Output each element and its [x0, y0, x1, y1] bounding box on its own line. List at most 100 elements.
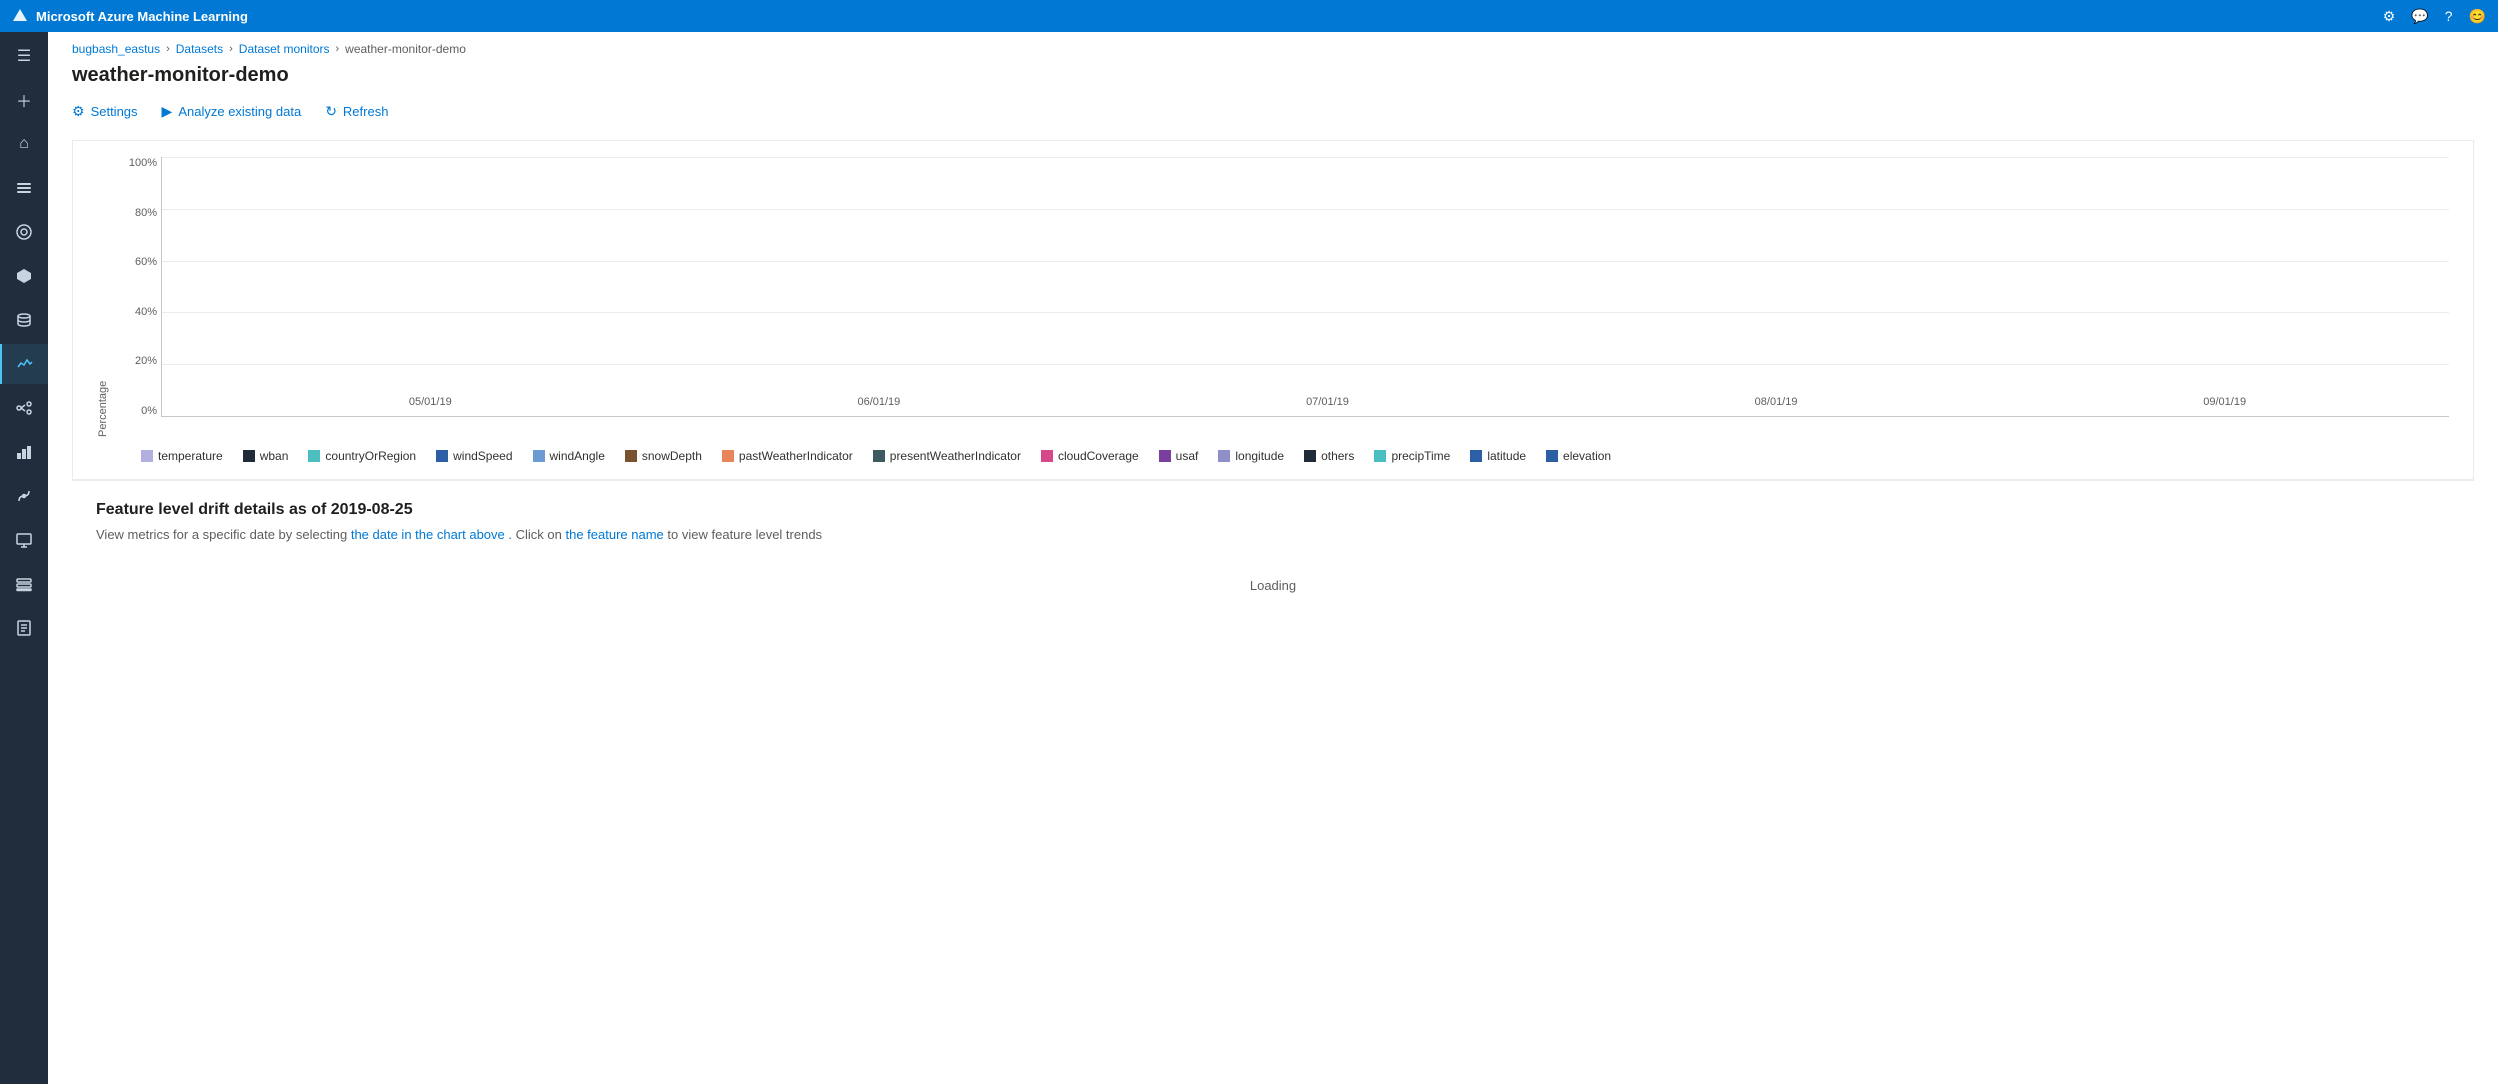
- legend: temperature wban countryOrRegion windSpe…: [97, 437, 2449, 467]
- legend-color-wban: [243, 450, 255, 462]
- legend-label-pastWeather: pastWeatherIndicator: [739, 449, 853, 463]
- bars-container: [162, 157, 2449, 416]
- drift-link-feature[interactable]: the feature name: [566, 527, 664, 542]
- sidebar: ☰ ＋ ⌂: [0, 32, 48, 1084]
- legend-temperature: temperature: [141, 449, 223, 463]
- legend-longitude: longitude: [1218, 449, 1284, 463]
- user-icon[interactable]: 😊: [2469, 8, 2486, 25]
- legend-precipTime: precipTime: [1374, 449, 1450, 463]
- sidebar-item-endpoints[interactable]: [0, 476, 48, 516]
- legend-color-windAngle: [533, 450, 545, 462]
- x-tick-aug: 08/01/19: [1755, 396, 1798, 416]
- drift-section: Feature level drift details as of 2019-0…: [72, 480, 2474, 633]
- sidebar-item-components[interactable]: [0, 256, 48, 296]
- y-tick-0: 0%: [117, 405, 157, 417]
- legend-color-usaf: [1159, 450, 1171, 462]
- legend-label-temperature: temperature: [158, 449, 223, 463]
- legend-others: others: [1304, 449, 1354, 463]
- x-tick-jul: 07/01/19: [1306, 396, 1349, 416]
- breadcrumb-monitors[interactable]: Dataset monitors: [239, 42, 330, 56]
- sidebar-item-monitor[interactable]: [0, 344, 48, 384]
- legend-pastWeatherIndicator: pastWeatherIndicator: [722, 449, 853, 463]
- breadcrumb-workspace[interactable]: bugbash_eastus: [72, 42, 160, 56]
- x-tick-may: 05/01/19: [409, 396, 452, 416]
- sidebar-item-create[interactable]: ＋: [0, 80, 48, 120]
- page-title: weather-monitor-demo: [48, 60, 2498, 99]
- legend-label-cloudCoverage: cloudCoverage: [1058, 449, 1139, 463]
- refresh-icon: ↻: [325, 103, 337, 120]
- y-tick-40: 40%: [117, 306, 157, 318]
- x-tick-sep: 09/01/19: [2203, 396, 2246, 416]
- sidebar-item-assets[interactable]: [0, 212, 48, 252]
- legend-color-longitude: [1218, 450, 1230, 462]
- legend-label-countryOrRegion: countryOrRegion: [325, 449, 416, 463]
- drift-subtitle: View metrics for a specific date by sele…: [96, 527, 2450, 542]
- legend-wban: wban: [243, 449, 289, 463]
- azure-logo-icon: [12, 8, 28, 24]
- breadcrumb-sep-1: ›: [166, 43, 170, 55]
- analyze-button[interactable]: ▶ Analyze existing data: [162, 99, 302, 124]
- sidebar-item-compute[interactable]: [0, 520, 48, 560]
- settings-label: Settings: [91, 104, 138, 119]
- breadcrumb: bugbash_eastus › Datasets › Dataset moni…: [48, 32, 2498, 60]
- legend-color-pastWeather: [722, 450, 734, 462]
- legend-elevation: elevation: [1546, 449, 1611, 463]
- legend-label-elevation: elevation: [1563, 449, 1611, 463]
- y-axis-ticks: 100% 80% 60% 40% 20% 0%: [117, 157, 157, 417]
- legend-label-others: others: [1321, 449, 1354, 463]
- chart-wrapper: Percentage 100% 80% 60% 40% 20% 0%: [97, 157, 2449, 437]
- legend-label-windSpeed: windSpeed: [453, 449, 512, 463]
- top-bar: Microsoft Azure Machine Learning ⚙ 💬 ? 😊: [0, 0, 2498, 32]
- legend-label-latitude: latitude: [1487, 449, 1526, 463]
- legend-label-wban: wban: [260, 449, 289, 463]
- legend-label-windAngle: windAngle: [550, 449, 605, 463]
- legend-color-snowDepth: [625, 450, 637, 462]
- drift-link-chart[interactable]: the date in the chart above: [351, 527, 505, 542]
- analyze-label: Analyze existing data: [178, 104, 301, 119]
- main-content: bugbash_eastus › Datasets › Dataset moni…: [48, 32, 2498, 1084]
- drift-subtitle-post: to view feature level trends: [667, 527, 822, 542]
- feedback-icon[interactable]: 💬: [2411, 8, 2428, 25]
- y-tick-60: 60%: [117, 256, 157, 268]
- app-title-area: Microsoft Azure Machine Learning: [12, 8, 248, 24]
- sidebar-item-menu[interactable]: ☰: [0, 36, 48, 76]
- sidebar-item-home[interactable]: ⌂: [0, 124, 48, 164]
- y-tick-20: 20%: [117, 355, 157, 367]
- legend-presentWeatherIndicator: presentWeatherIndicator: [873, 449, 1021, 463]
- legend-label-snowDepth: snowDepth: [642, 449, 702, 463]
- legend-countryOrRegion: countryOrRegion: [308, 449, 416, 463]
- breadcrumb-sep-3: ›: [335, 43, 339, 55]
- legend-windSpeed: windSpeed: [436, 449, 512, 463]
- toolbar: ⚙ Settings ▶ Analyze existing data ↻ Ref…: [48, 99, 2498, 140]
- legend-color-presentWeather: [873, 450, 885, 462]
- chart-plot[interactable]: 05/01/19 06/01/19 07/01/19 08/01/19 09/0…: [161, 157, 2449, 417]
- chart-area: Percentage 100% 80% 60% 40% 20% 0%: [48, 140, 2498, 1084]
- breadcrumb-datasets[interactable]: Datasets: [176, 42, 223, 56]
- legend-label-usaf: usaf: [1176, 449, 1199, 463]
- sidebar-item-pipelines[interactable]: [0, 388, 48, 428]
- legend-color-windSpeed: [436, 450, 448, 462]
- app-title: Microsoft Azure Machine Learning: [36, 9, 248, 24]
- settings-icon[interactable]: ⚙: [2383, 8, 2396, 25]
- legend-snowDepth: snowDepth: [625, 449, 702, 463]
- x-tick-jun: 06/01/19: [857, 396, 900, 416]
- sidebar-item-data[interactable]: [0, 300, 48, 340]
- legend-label-presentWeather: presentWeatherIndicator: [890, 449, 1021, 463]
- refresh-label: Refresh: [343, 104, 389, 119]
- settings-button[interactable]: ⚙ Settings: [72, 99, 138, 124]
- legend-color-temperature: [141, 450, 153, 462]
- sidebar-item-notebooks[interactable]: [0, 608, 48, 648]
- sidebar-item-jobs[interactable]: [0, 168, 48, 208]
- legend-label-precipTime: precipTime: [1391, 449, 1450, 463]
- sidebar-item-models[interactable]: [0, 432, 48, 472]
- breadcrumb-sep-2: ›: [229, 43, 233, 55]
- sidebar-item-storage[interactable]: [0, 564, 48, 604]
- y-tick-80: 80%: [117, 207, 157, 219]
- legend-color-latitude: [1470, 450, 1482, 462]
- x-axis: 05/01/19 06/01/19 07/01/19 08/01/19 09/0…: [206, 396, 2449, 416]
- refresh-button[interactable]: ↻ Refresh: [325, 99, 388, 124]
- help-icon[interactable]: ?: [2445, 8, 2453, 24]
- legend-windAngle: windAngle: [533, 449, 605, 463]
- legend-latitude: latitude: [1470, 449, 1526, 463]
- legend-color-precipTime: [1374, 450, 1386, 462]
